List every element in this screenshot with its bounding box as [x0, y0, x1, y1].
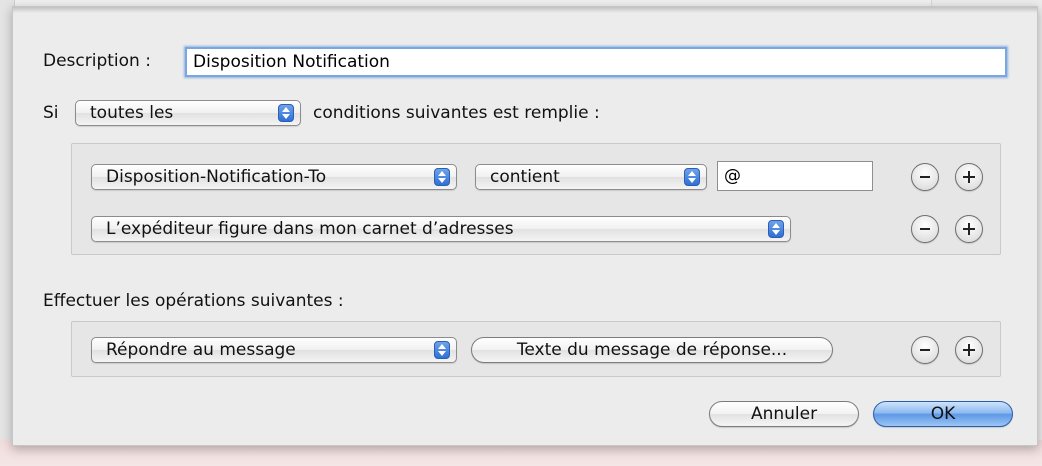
ok-button[interactable]: OK [873, 401, 1013, 427]
condition-1-operator-popup[interactable]: contient [475, 164, 707, 190]
condition-1-remove-button[interactable] [911, 163, 939, 191]
condition-1-operator-value: contient [490, 167, 560, 187]
cancel-button[interactable]: Annuler [709, 401, 859, 427]
rule-editor-sheet: Description : Si toutes les conditions s… [12, 6, 1038, 446]
match-mode-value: toutes les [90, 103, 174, 123]
match-mode-popup[interactable]: toutes les [75, 100, 301, 126]
condition-1-value-input[interactable] [717, 161, 873, 191]
condition-2-remove-button[interactable] [911, 215, 939, 243]
condition-1-add-button[interactable] [955, 163, 983, 191]
description-input[interactable] [185, 47, 1007, 77]
action-1-remove-button[interactable] [911, 336, 939, 364]
popup-arrows-icon [434, 341, 450, 359]
condition-2-header-popup[interactable]: L’expéditeur figure dans mon carnet d’ad… [91, 216, 791, 242]
condition-1-header-popup[interactable]: Disposition-Notification-To [91, 164, 457, 190]
action-1-popup[interactable]: Répondre au message [91, 337, 457, 363]
actions-label: Effectuer les opérations suivantes : [43, 291, 344, 311]
description-label: Description : [43, 51, 151, 71]
popup-arrows-icon [684, 168, 700, 186]
popup-arrows-icon [434, 168, 450, 186]
condition-2-header-value: L’expéditeur figure dans mon carnet d’ad… [106, 219, 514, 239]
action-1-value: Répondre au message [106, 340, 296, 360]
condition-2-add-button[interactable] [955, 215, 983, 243]
condition-1-header-value: Disposition-Notification-To [106, 167, 327, 187]
conditions-label: conditions suivantes est remplie : [313, 103, 600, 123]
if-label: Si [43, 103, 59, 123]
reply-message-text-button[interactable]: Texte du message de réponse... [471, 337, 833, 363]
popup-arrows-icon [768, 220, 784, 238]
sheet-top-shadow [13, 7, 1037, 13]
popup-arrows-icon [278, 104, 294, 122]
action-1-add-button[interactable] [955, 336, 983, 364]
